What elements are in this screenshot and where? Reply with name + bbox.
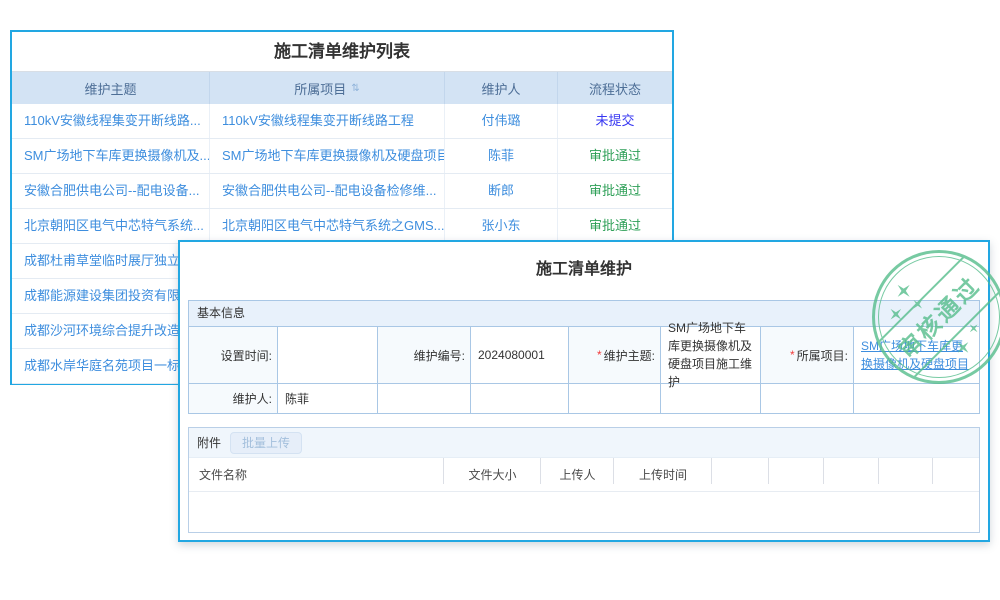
column-header-status: 流程状态 [558,72,672,104]
topic-label-text: 维护主题: [604,347,655,364]
set-time-field[interactable] [278,327,378,384]
column-header-file-name: 文件名称 [189,458,444,491]
attachment-table-header: 文件名称 文件大小 上传人 上传时间 [189,458,979,492]
attachment-header-bar: 附件 批量上传 [189,428,979,458]
row-topic-link[interactable]: 安徽合肥供电公司--配电设备... [12,174,210,208]
maintenance-no-value: 2024080001 [471,327,569,384]
empty-cell [761,384,854,414]
required-asterisk: * [790,348,795,362]
row-status: 未提交 [558,104,672,138]
row-maintainer: 断郎 [445,174,558,208]
basic-info-table: 设置时间: 维护编号: 2024080001 * 维护主题: SM广场地下车库更… [188,326,980,414]
column-header-project-label: 所属项目 [294,79,346,98]
empty-cell [471,384,569,414]
row-maintainer: 陈菲 [445,139,558,173]
row-status: 审批通过 [558,139,672,173]
row-project-link[interactable]: 北京朝阳区电气中芯特气系统之GMS... [210,209,445,243]
table-row[interactable]: 安徽合肥供电公司--配电设备...安徽合肥供电公司--配电设备检修维...断郎审… [12,174,672,209]
sort-icon[interactable]: ⇅ [351,83,359,94]
empty-cell [378,384,471,414]
column-header-upload-time: 上传时间 [614,458,712,491]
table-row[interactable]: 110kV安徽线程集变开断线路...110kV安徽线程集变开断线路工程付伟璐未提… [12,104,672,139]
maintainer-value: 陈菲 [278,384,378,414]
row-status: 审批通过 [558,174,672,208]
empty-column-header [933,458,979,491]
topic-value: SM广场地下车库更换摄像机及硬盘项目施工维护 [661,327,761,384]
empty-column-header [824,458,879,491]
row-maintainer: 张小东 [445,209,558,243]
project-value-cell: SM广场地下车库更换摄像机及硬盘项目 [854,327,980,384]
row-maintainer: 付伟璐 [445,104,558,138]
empty-column-header [769,458,824,491]
empty-cell [661,384,761,414]
topic-label: * 维护主题: [569,327,661,384]
row-project-link[interactable]: 安徽合肥供电公司--配电设备检修维... [210,174,445,208]
row-topic-link[interactable]: 北京朝阳区电气中芯特气系统... [12,209,210,243]
row-project-link[interactable]: 110kV安徽线程集变开断线路工程 [210,104,445,138]
attachment-label: 附件 [197,434,221,451]
table-row[interactable]: 北京朝阳区电气中芯特气系统...北京朝阳区电气中芯特气系统之GMS...张小东审… [12,209,672,244]
column-header-uploader: 上传人 [541,458,614,491]
basic-info-header: 基本信息 [188,300,980,326]
column-header-topic: 维护主题 [12,72,210,104]
project-label: * 所属项目: [761,327,854,384]
project-link[interactable]: SM广场地下车库更换摄像机及硬盘项目 [861,337,972,373]
set-time-input[interactable] [287,332,368,378]
column-header-project[interactable]: 所属项目 ⇅ [210,72,445,104]
required-asterisk: * [597,348,602,362]
empty-column-header [712,458,769,491]
list-header-row: 维护主题 所属项目 ⇅ 维护人 流程状态 [12,72,672,104]
maintenance-no-label: 维护编号: [378,327,471,384]
column-header-file-size: 文件大小 [444,458,541,491]
maintenance-form-panel: 施工清单维护 基本信息 设置时间: 维护编号: 2024080001 * 维护主… [178,240,990,542]
row-topic-link[interactable]: 110kV安徽线程集变开断线路... [12,104,210,138]
row-project-link[interactable]: SM广场地下车库更换摄像机及硬盘项目 [210,139,445,173]
table-row[interactable]: SM广场地下车库更换摄像机及...SM广场地下车库更换摄像机及硬盘项目陈菲审批通… [12,139,672,174]
form-title: 施工清单维护 [180,256,988,284]
maintainer-label: 维护人: [189,384,278,414]
batch-upload-button[interactable]: 批量上传 [230,432,302,454]
empty-cell [854,384,980,414]
column-header-maintainer: 维护人 [445,72,558,104]
empty-cell [569,384,661,414]
basic-info-section: 基本信息 设置时间: 维护编号: 2024080001 * 维护主题: SM广场… [188,300,980,414]
row-status: 审批通过 [558,209,672,243]
empty-column-header [879,458,933,491]
project-label-text: 所属项目: [797,347,848,364]
set-time-label: 设置时间: [189,327,278,384]
row-topic-link[interactable]: SM广场地下车库更换摄像机及... [12,139,210,173]
attachment-section: 附件 批量上传 文件名称 文件大小 上传人 上传时间 [188,427,980,533]
list-title: 施工清单维护列表 [12,32,672,72]
